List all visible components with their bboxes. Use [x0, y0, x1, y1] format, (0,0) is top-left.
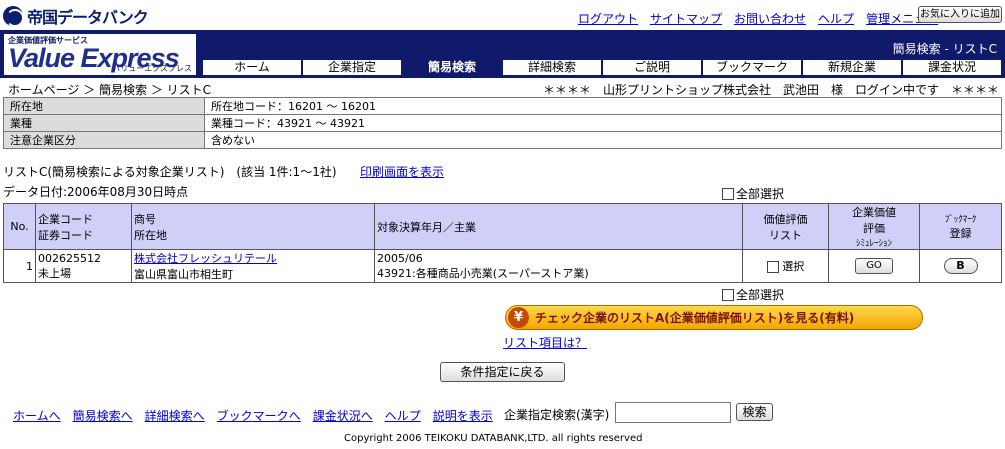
bookmark-button[interactable]: B — [943, 258, 978, 274]
footer-home-link[interactable]: ホームへ — [13, 407, 61, 424]
footer-explanation-link[interactable]: 説明を表示 — [433, 407, 493, 424]
row-name-cell: 株式会社フレッシュリテール 富山県富山市相生町 — [131, 249, 375, 283]
company-search-input[interactable] — [615, 402, 731, 423]
select-all-label: 全部選択 — [736, 187, 785, 201]
search-conditions-table: 所在地 所在地コード：16201 〜 16201 業種 業種コード：43921 … — [3, 97, 1002, 149]
search-button[interactable]: 検索 — [736, 403, 773, 421]
select-all-checkbox[interactable] — [722, 187, 734, 200]
main-nav: ホーム 企業指定 簡易検索 詳細検索 ご説明 ブックマーク 新規企業 課金状況 — [202, 59, 1002, 76]
row-address: 富山県富山市相生町 — [134, 268, 233, 281]
contact-link[interactable]: お問い合わせ — [734, 10, 806, 27]
condition-value: 含めない — [204, 131, 1002, 149]
add-favorite-button[interactable]: お気に入りに追加 — [918, 6, 1002, 23]
col-simulation-header: 企業価値 評価 ｼﾐｭﾚｰｼｮﾝ — [828, 203, 920, 250]
sitemap-link[interactable]: サイトマップ — [650, 10, 722, 27]
select-all-bottom[interactable]: 全部選択 — [722, 286, 784, 303]
footer-billing-link[interactable]: 課金状況へ — [313, 407, 373, 424]
col-period-header: 対象決算年月／主業 — [374, 203, 743, 250]
tab-detail-search[interactable]: 詳細検索 — [502, 59, 602, 76]
row-select-label: 選択 — [782, 260, 805, 273]
row-company-code: 002625512 — [38, 251, 101, 265]
row-no: 1 — [3, 249, 36, 283]
teikoku-logo: 帝国データバンク — [3, 6, 149, 27]
results-table: No. 企業コード 証券コード 商号 所在地 対象決算年月／主業 価値評価 リス… — [3, 203, 1002, 283]
view-list-a-label: チェック企業のリストA(企業価値評価リスト)を見る(有料) — [535, 311, 855, 325]
select-all-label: 全部選択 — [736, 288, 785, 302]
tab-home[interactable]: ホーム — [202, 59, 302, 76]
top-links: ログアウト サイトマップ お問い合わせ ヘルプ 管理メニュー — [578, 10, 938, 27]
select-all-top[interactable]: 全部選択 — [722, 185, 784, 202]
print-view-link[interactable]: 印刷画面を表示 — [360, 163, 444, 180]
row-select-cell[interactable]: 選択 — [742, 249, 829, 283]
row-bookmark-cell: B — [919, 249, 1002, 283]
row-period: 2005/06 — [377, 251, 423, 265]
back-to-conditions-button[interactable]: 条件指定に戻る — [440, 362, 565, 382]
header-simulation-line3: ｼﾐｭﾚｰｼｮﾝ — [855, 239, 892, 249]
condition-key: 業種 — [3, 114, 205, 132]
table-header-row: No. 企業コード 証券コード 商号 所在地 対象決算年月／主業 価値評価 リス… — [3, 203, 1002, 250]
row-listing: 未上場 — [38, 266, 71, 280]
header-stock-code: 証券コード — [38, 228, 93, 242]
row-code-cell: 002625512 未上場 — [35, 249, 132, 283]
tab-new-company[interactable]: 新規企業 — [802, 59, 902, 76]
condition-key: 所在地 — [3, 97, 205, 115]
header-address: 所在地 — [134, 228, 167, 242]
page-label: 簡易検索 - リストC — [892, 42, 997, 56]
condition-key: 注意企業区分 — [3, 131, 205, 149]
tab-explanation[interactable]: ご説明 — [602, 59, 702, 76]
footer-help-link[interactable]: ヘルプ — [385, 407, 421, 424]
go-button[interactable]: GO — [855, 258, 893, 274]
row-business: 43921:各種商品小売業(スーパーストア業) — [377, 266, 589, 280]
condition-value: 所在地コード：16201 〜 16201 — [204, 97, 1002, 115]
help-link[interactable]: ヘルプ — [818, 10, 854, 27]
col-code-header: 企業コード 証券コード — [35, 203, 132, 250]
data-date: データ日付:2006年08月30日時点 — [3, 185, 189, 199]
list-items-help-link[interactable]: リスト項目は？ — [503, 334, 587, 351]
company-name-link[interactable]: 株式会社フレッシュリテール — [134, 252, 277, 265]
condition-row: 業種 業種コード：43921 〜 43921 — [3, 114, 1002, 132]
header-bookmark-line2: 登録 — [949, 227, 972, 240]
header-company-name: 商号 — [134, 212, 156, 226]
header-valuation-line2: リスト — [769, 228, 802, 242]
row-period-cell: 2005/06 43921:各種商品小売業(スーパーストア業) — [374, 249, 743, 283]
footer-simple-search-link[interactable]: 簡易検索へ — [73, 407, 133, 424]
header-bookmark-line1: ﾌﾞｯｸﾏｰｸ — [944, 215, 977, 225]
footer-links: ホームへ 簡易検索へ 詳細検索へ ブックマークへ 課金状況へ ヘルプ 説明を表示 — [13, 407, 493, 424]
header-company-code: 企業コード — [38, 212, 93, 226]
condition-row: 注意企業区分 含めない — [3, 131, 1002, 149]
select-all-checkbox[interactable] — [722, 288, 734, 301]
condition-row: 所在地 所在地コード：16201 〜 16201 — [3, 97, 1002, 115]
header-valuation-line1: 価値評価 — [763, 212, 808, 226]
yen-icon: ¥ — [508, 307, 529, 328]
view-list-a-button[interactable]: ¥ チェック企業のリストA(企業価値評価リスト)を見る(有料) — [505, 305, 923, 330]
table-row: 1 002625512 未上場 株式会社フレッシュリテール 富山県富山市相生町 … — [3, 249, 1002, 283]
breadcrumb: ホームページ ＞ 簡易検索 ＞ リストC — [8, 83, 212, 97]
logo-text: 帝国データバンク — [27, 8, 149, 27]
globe-logo-icon — [3, 6, 24, 27]
tab-company-select[interactable]: 企業指定 — [302, 59, 402, 76]
col-bookmark-header: ﾌﾞｯｸﾏｰｸ 登録 — [919, 203, 1002, 250]
header-simulation-line2: 評価 — [863, 222, 885, 235]
col-name-header: 商号 所在地 — [131, 203, 375, 250]
footer-bookmark-link[interactable]: ブックマークへ — [217, 407, 301, 424]
list-info: リストC(簡易検索による対象企業リスト) (該当 1件:1〜1社) — [3, 165, 337, 179]
tab-simple-search[interactable]: 簡易検索 — [402, 59, 502, 76]
logout-link[interactable]: ログアウト — [578, 10, 638, 27]
row-select-checkbox[interactable] — [766, 261, 779, 273]
condition-value: 業種コード：43921 〜 43921 — [204, 114, 1002, 132]
logo-sub-text: バリューエクスプレス — [112, 64, 192, 73]
login-info: ＊＊＊＊ 山形プリントショップ株式会社 武池田 様 ログイン中です ＊＊＊＊ — [542, 83, 999, 97]
row-go-cell: GO — [828, 249, 920, 283]
col-valuation-header: 価値評価 リスト — [742, 203, 829, 250]
value-express-logo[interactable]: 企業価値評価サービス Value Express バリューエクスプレス — [3, 33, 197, 76]
tab-billing[interactable]: 課金状況 — [902, 59, 1002, 76]
company-search-label: 企業指定検索(漢字) — [504, 408, 610, 422]
col-no-header: No. — [3, 203, 36, 250]
tab-bookmark[interactable]: ブックマーク — [702, 59, 802, 76]
copyright: Copyright 2006 TEIKOKU DATABANK,LTD. all… — [344, 433, 643, 444]
footer-detail-search-link[interactable]: 詳細検索へ — [145, 407, 205, 424]
header-simulation-line1: 企業価値 — [852, 206, 896, 219]
